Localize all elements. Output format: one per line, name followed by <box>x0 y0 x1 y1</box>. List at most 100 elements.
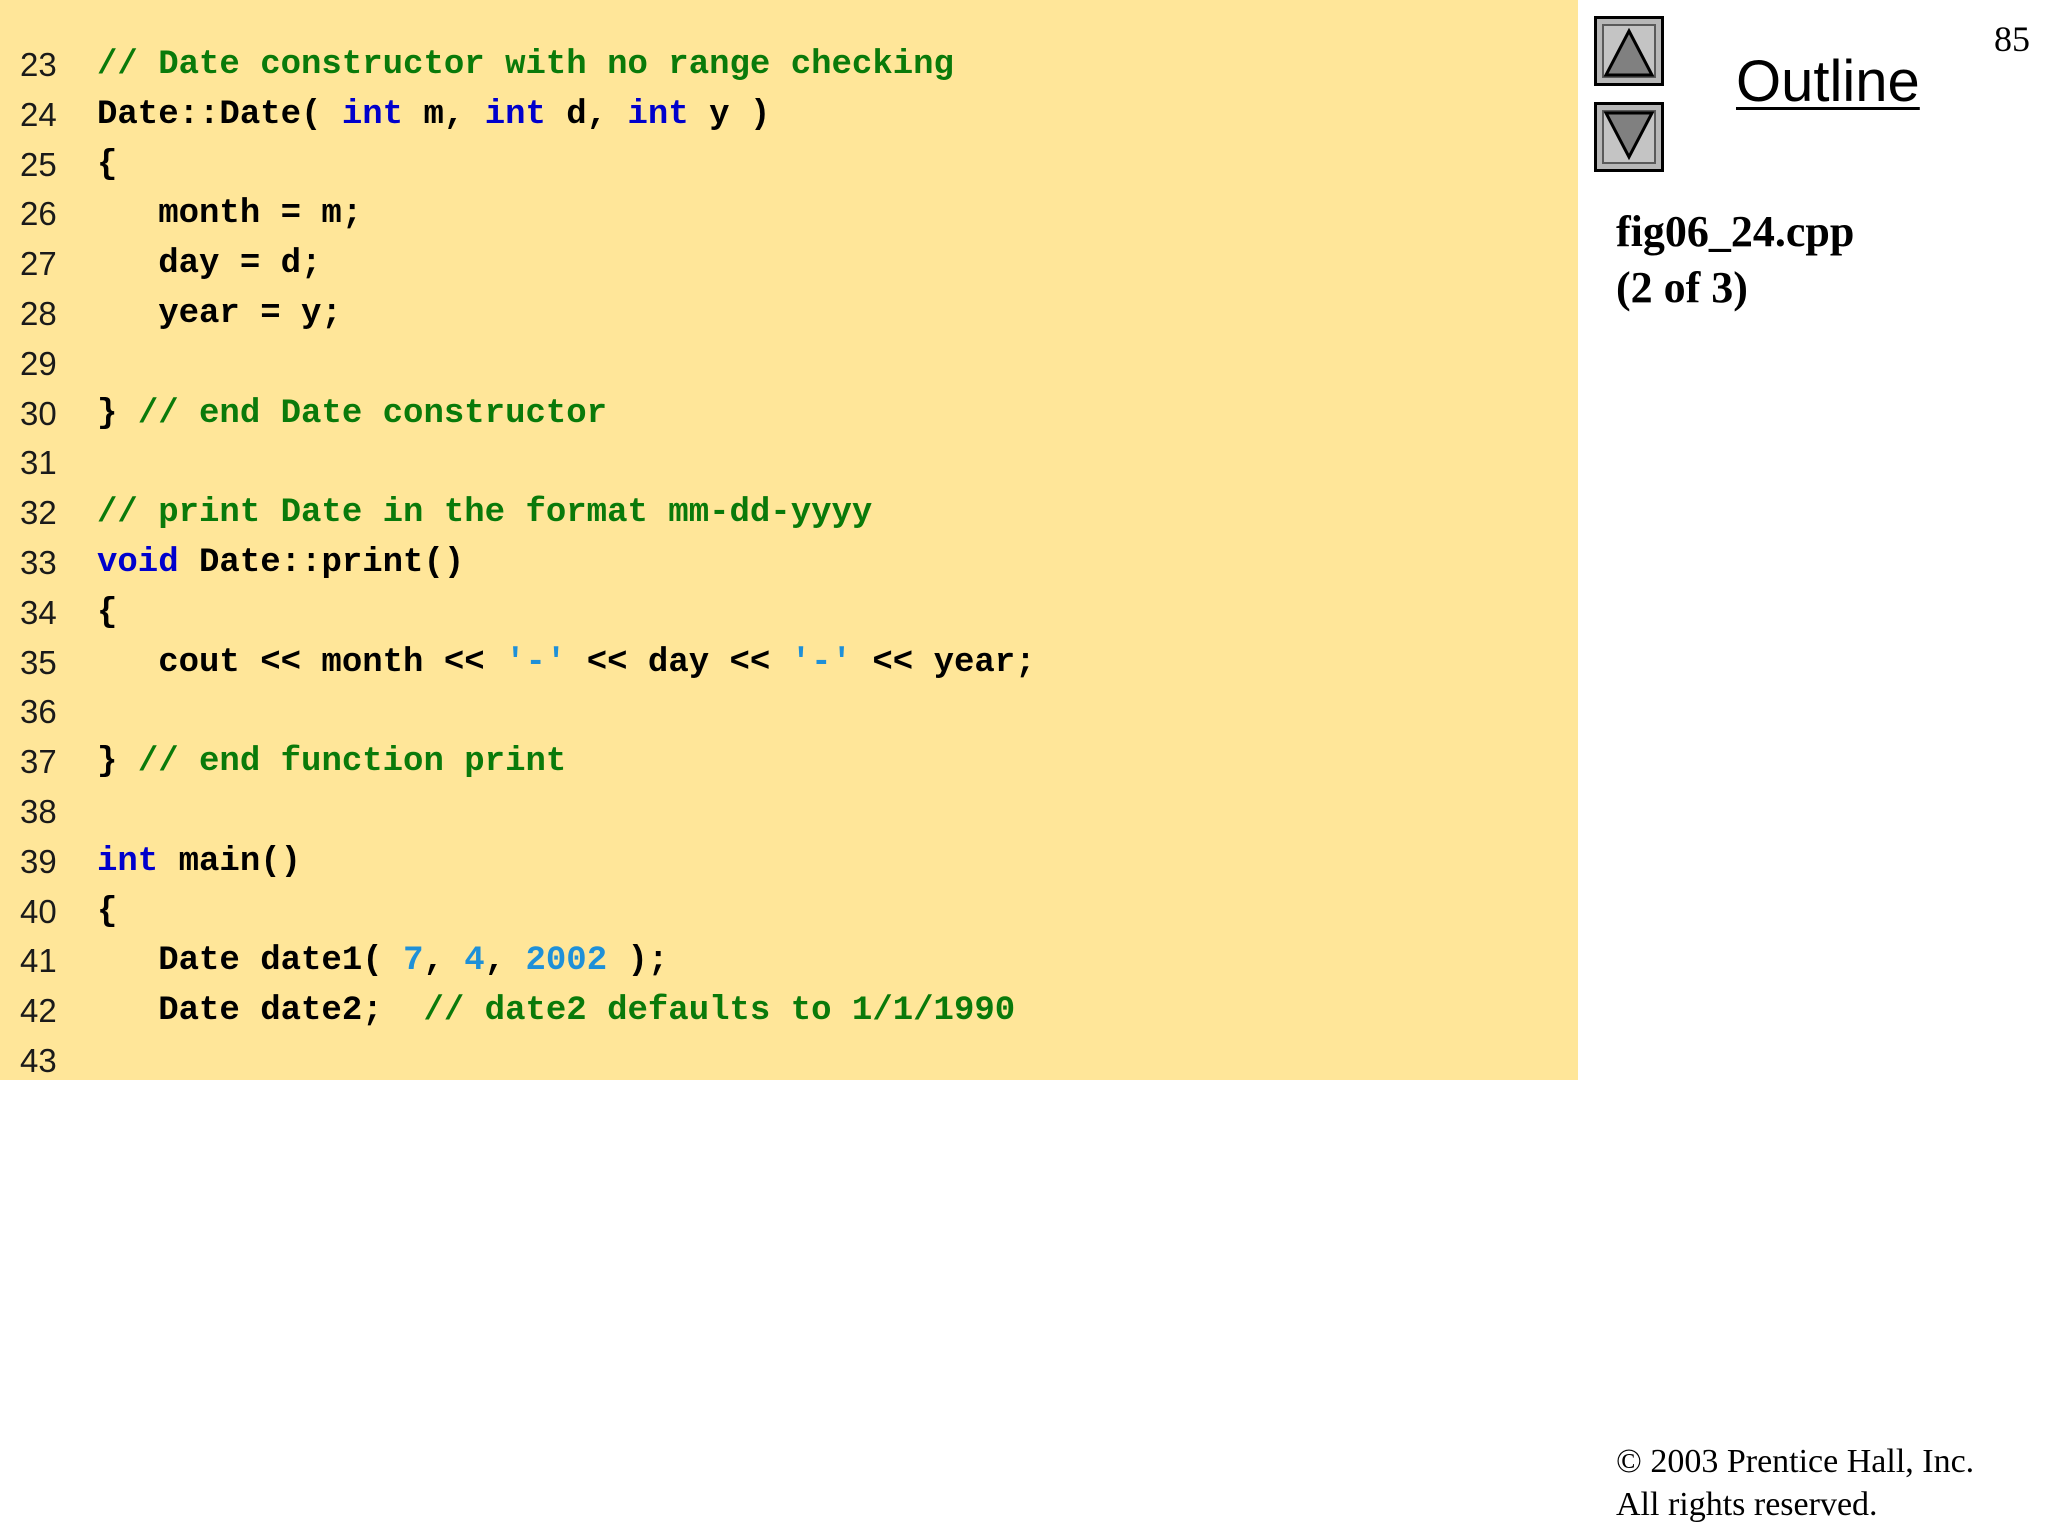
line-number: 37 <box>20 743 57 781</box>
code-text: { <box>97 887 117 937</box>
code-keyword: int <box>627 95 689 134</box>
code-comment: // Date constructor with no range checki… <box>97 46 954 84</box>
code-text: year = y; <box>97 289 342 339</box>
code-comment: // print Date in the format mm-dd-yyyy <box>97 494 873 533</box>
code-plain: Date date2; <box>97 992 424 1031</box>
line-number: 29 <box>20 344 57 382</box>
code-text: // Date constructor with no range checki… <box>97 40 954 90</box>
line-number: 30 <box>20 394 57 432</box>
line-number: 31 <box>20 444 57 482</box>
code-line: 39 int main() <box>0 837 1578 887</box>
file-name: fig06_24.cpp <box>1616 207 1855 256</box>
part-label: (2 of 3) <box>1616 263 1748 312</box>
line-number: 32 <box>20 494 57 532</box>
code-plain: , <box>423 942 465 981</box>
rights-line: All rights reserved. <box>1616 1486 1878 1523</box>
code-text: { <box>97 140 117 190</box>
slide-page: 23 // Date constructor with no range chec… <box>0 0 2048 1536</box>
code-text: day = d; <box>97 239 321 289</box>
code-plain: y ) <box>688 95 771 134</box>
code-line: 31 <box>0 438 1578 488</box>
code-plain: year = y; <box>97 295 342 333</box>
outline-link[interactable]: Outline <box>1736 48 1920 115</box>
previous-slide-button[interactable] <box>1594 16 1664 86</box>
code-text: } // end function print <box>97 737 566 787</box>
code-literal: 2002 <box>525 942 608 981</box>
line-number: 38 <box>20 793 57 830</box>
code-plain: d, <box>545 95 628 134</box>
line-number: 23 <box>20 46 57 83</box>
code-literal: '-' <box>505 643 567 682</box>
line-number: 24 <box>20 95 57 133</box>
copyright-notice: © 2003 Prentice Hall, Inc. All rights re… <box>1616 1440 1974 1526</box>
line-number: 40 <box>20 892 57 930</box>
code-line: 38 <box>0 787 1578 837</box>
line-number: 35 <box>20 643 57 681</box>
code-text: cout << month << '-' << day << '-' << ye… <box>97 638 1035 688</box>
code-keyword: int <box>484 95 546 134</box>
down-triangle-icon <box>1603 111 1655 161</box>
next-slide-button[interactable] <box>1594 102 1664 172</box>
code-plain: { <box>97 145 118 184</box>
code-keyword: int <box>97 842 159 881</box>
code-plain: } <box>97 394 138 433</box>
code-plain: , <box>484 942 526 981</box>
code-plain: day = d; <box>97 245 322 284</box>
line-number: 36 <box>20 693 57 731</box>
code-plain: m, <box>403 95 485 134</box>
code-line: 33 void Date::print() <box>0 538 1578 588</box>
code-comment: // date2 defaults to 1/1/1990 <box>423 992 1016 1031</box>
up-triangle-icon <box>1603 27 1655 77</box>
code-plain: { <box>97 892 118 931</box>
code-line: 24 Date::Date( int m, int d, int y ) <box>0 90 1578 140</box>
copyright-line: © 2003 Prentice Hall, Inc. <box>1616 1443 1975 1480</box>
line-number: 28 <box>20 295 57 332</box>
code-line: 32 // print Date in the format mm-dd-yyyy <box>0 488 1578 538</box>
code-text: void Date::print() <box>97 538 464 588</box>
code-line: 34 { <box>0 588 1578 638</box>
code-literal: '-' <box>790 643 852 682</box>
code-line: 30} // end Date constructor <box>0 389 1578 439</box>
code-line: 36 <box>0 687 1578 737</box>
code-plain: Date::Date( <box>97 95 342 134</box>
code-text: Date date2; // date2 defaults to 1/1/199… <box>97 986 1015 1036</box>
code-comment: // end Date constructor <box>137 394 608 433</box>
code-comment: // end function print <box>137 743 567 782</box>
code-text: { <box>97 588 117 638</box>
file-title: fig06_24.cpp (2 of 3) <box>1616 204 1854 316</box>
line-number: 25 <box>20 145 57 183</box>
code-listing: 23 // Date constructor with no range chec… <box>0 0 1578 1080</box>
code-plain: Date date1( <box>97 942 404 981</box>
code-line: 35 cout << month << '-' << day << '-' <<… <box>0 638 1578 688</box>
code-plain: month = m; <box>97 195 363 234</box>
line-number: 39 <box>20 842 57 880</box>
code-line: 25 { <box>0 140 1578 190</box>
code-plain: } <box>97 743 138 782</box>
code-plain: ); <box>607 942 669 981</box>
code-literal: 4 <box>464 942 485 981</box>
code-plain: main() <box>158 842 302 881</box>
line-number: 43 <box>20 1042 57 1079</box>
code-line: 29 <box>0 339 1578 389</box>
code-line: 40 { <box>0 887 1578 937</box>
page-number: 85 <box>1994 19 2030 59</box>
code-plain: cout << month << <box>97 643 506 682</box>
code-plain: << day << <box>566 643 791 682</box>
code-line: 42 Date date2; // date2 defaults to 1/1/… <box>0 986 1578 1036</box>
code-text: // print Date in the format mm-dd-yyyy <box>97 488 872 538</box>
line-number: 26 <box>20 195 57 233</box>
code-line: 41 Date date1( 7, 4, 2002 ); <box>0 936 1578 986</box>
code-line: 26 month = m; <box>0 189 1578 239</box>
code-plain: { <box>97 593 118 632</box>
code-literal: 7 <box>403 942 424 981</box>
line-number: 34 <box>20 593 57 631</box>
line-number: 42 <box>20 992 57 1030</box>
code-line: 37} // end function print <box>0 737 1578 787</box>
code-plain: Date::print() <box>178 544 465 582</box>
code-line: 27 day = d; <box>0 239 1578 289</box>
code-line: 23 // Date constructor with no range chec… <box>0 40 1578 90</box>
line-number: 41 <box>20 942 57 980</box>
code-keyword: int <box>341 95 404 134</box>
code-text: } // end Date constructor <box>97 389 607 439</box>
code-line: 28 year = y; <box>0 289 1578 339</box>
